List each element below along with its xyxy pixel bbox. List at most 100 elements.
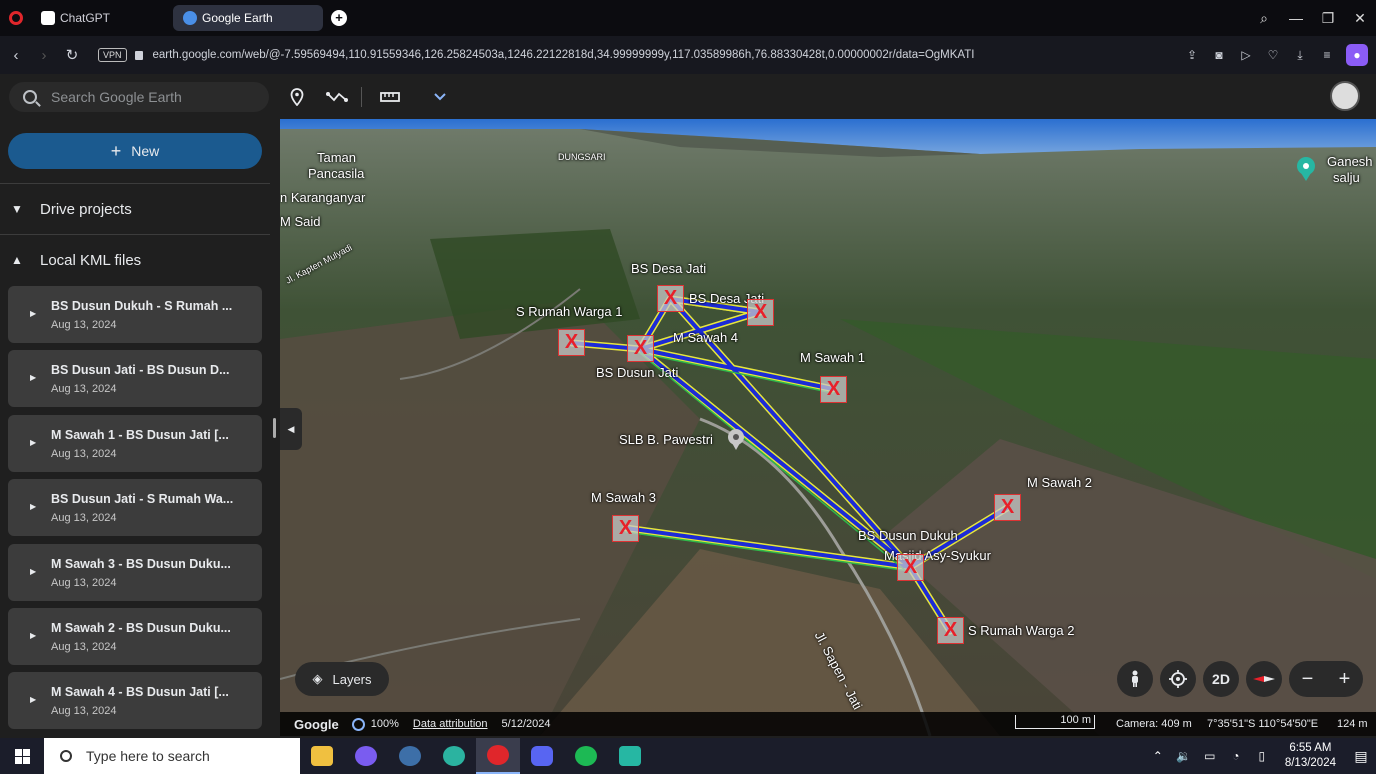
placemark-x-icon[interactable]: X — [627, 335, 654, 362]
expand-arrow-icon[interactable]: ▶ — [30, 373, 36, 382]
kml-file-item[interactable]: ▶ M Sawah 4 - BS Dusun Jati [... Aug 13,… — [8, 672, 262, 729]
expand-arrow-icon[interactable]: ▶ — [30, 567, 36, 576]
vpn-badge[interactable]: VPN — [98, 48, 127, 62]
sidebar-scrollbar[interactable] — [273, 418, 276, 438]
kml-file-item[interactable]: ▶ M Sawah 3 - BS Dusun Duku... Aug 13, 2… — [8, 544, 262, 601]
taskbar-search[interactable]: Type here to search — [44, 738, 300, 774]
expand-arrow-icon[interactable]: ▶ — [30, 309, 36, 318]
copilot-icon[interactable] — [344, 738, 388, 774]
chevron-down-icon[interactable] — [428, 85, 452, 109]
back-button[interactable]: ‹ — [2, 47, 30, 64]
start-button[interactable] — [0, 738, 44, 774]
place-label[interactable]: M Said — [280, 214, 320, 229]
kml-file-item[interactable]: ▶ M Sawah 1 - BS Dusun Jati [... Aug 13,… — [8, 415, 262, 472]
zoom-in-button[interactable]: + — [1339, 668, 1351, 691]
placemark-x-icon[interactable]: X — [994, 494, 1021, 521]
earth-map-view[interactable]: Taman Pancasila DUNGSARI n Karanganyar M… — [280, 119, 1376, 736]
pegman-icon[interactable] — [1117, 661, 1153, 697]
marker-label[interactable]: M Sawah 4 — [673, 330, 738, 345]
placemark-x-icon[interactable]: X — [820, 376, 847, 403]
spotify-icon[interactable] — [564, 738, 608, 774]
expand-arrow-icon[interactable]: ▶ — [30, 631, 36, 640]
place-label[interactable]: SLB B. Pawestri — [619, 432, 713, 447]
layers-button[interactable]: ◈ Layers — [295, 662, 389, 696]
file-explorer-icon[interactable] — [300, 738, 344, 774]
profile-icon[interactable]: ● — [1346, 44, 1368, 66]
opera-icon[interactable] — [476, 738, 520, 774]
battery-icon[interactable]: ▭ — [1197, 749, 1223, 763]
wifi-icon[interactable]: ◔ — [1223, 749, 1249, 763]
lock-icon[interactable] — [134, 50, 143, 60]
opera-logo-icon[interactable] — [9, 11, 23, 25]
marker-label[interactable]: S Rumah Warga 2 — [968, 623, 1074, 638]
expand-arrow-icon[interactable]: ▶ — [30, 695, 36, 704]
edge-icon[interactable] — [432, 738, 476, 774]
game-app-icon[interactable] — [608, 738, 652, 774]
maximize-button[interactable]: ❐ — [1312, 10, 1344, 27]
expand-arrow-icon[interactable]: ▶ — [30, 438, 36, 447]
volume-icon[interactable]: 🔉 — [1171, 749, 1197, 763]
easy-setup-icon[interactable]: ≡ — [1319, 48, 1335, 62]
ruler-icon[interactable] — [378, 85, 402, 109]
search-input[interactable] — [51, 88, 251, 105]
place-label[interactable]: salju — [1333, 170, 1360, 185]
place-label[interactable]: n Karanganyar — [280, 190, 365, 205]
expand-arrow-icon[interactable]: ▶ — [30, 502, 36, 511]
place-label[interactable]: DUNGSARI — [558, 152, 606, 162]
tab-chatgpt[interactable]: ChatGPT — [31, 5, 171, 31]
download-icon[interactable]: ⤓ — [1292, 48, 1308, 63]
account-avatar[interactable] — [1330, 81, 1360, 111]
tab-google-earth[interactable]: Google Earth — [173, 5, 323, 31]
search-box[interactable] — [9, 81, 269, 112]
notification-icon[interactable]: ▤ — [1346, 748, 1376, 765]
discord-icon[interactable] — [520, 738, 564, 774]
toggle-2d-button[interactable]: 2D — [1203, 661, 1239, 697]
marker-label[interactable]: BS Dusun Dukuh — [858, 528, 958, 543]
compass-icon[interactable] — [1246, 661, 1282, 697]
clock[interactable]: 6:55 AM 8/13/2024 — [1285, 741, 1336, 771]
placemark-x-icon[interactable]: X — [558, 329, 585, 356]
marker-label[interactable]: S Rumah Warga 1 — [516, 304, 622, 319]
forward-button[interactable]: › — [30, 47, 58, 64]
location-pin-icon[interactable] — [285, 85, 309, 109]
steam-icon[interactable] — [388, 738, 432, 774]
section-drive-projects[interactable]: ▼ Drive projects — [0, 184, 270, 234]
minimize-button[interactable]: — — [1280, 10, 1312, 26]
reload-button[interactable]: ↻ — [58, 46, 86, 64]
marker-label[interactable]: M Sawah 2 — [1027, 475, 1092, 490]
marker-label[interactable]: BS Desa Jati — [631, 261, 706, 276]
place-label[interactable]: Ganesh — [1327, 154, 1373, 169]
marker-label[interactable]: BS Dusun Jati — [596, 365, 678, 380]
path-icon[interactable] — [325, 85, 349, 109]
place-label[interactable]: Pancasila — [308, 166, 364, 181]
heart-icon[interactable]: ♡ — [1265, 48, 1281, 62]
kml-file-item[interactable]: ▶ BS Dusun Jati - S Rumah Wa... Aug 13, … — [8, 479, 262, 536]
zoom-out-button[interactable]: − — [1302, 668, 1314, 691]
placemark-x-icon[interactable]: X — [897, 554, 924, 581]
place-label[interactable]: Taman — [317, 150, 356, 165]
placemark-x-icon[interactable]: X — [612, 515, 639, 542]
marker-label[interactable]: M Sawah 1 — [800, 350, 865, 365]
collapse-sidebar-button[interactable]: ◀ — [280, 408, 302, 450]
placemark-x-icon[interactable]: X — [657, 285, 684, 312]
placemark-x-icon[interactable]: X — [747, 299, 774, 326]
section-local-kml-files[interactable]: ▲ Local KML files — [0, 235, 270, 285]
share-icon[interactable]: ⇪ — [1184, 48, 1200, 62]
my-location-icon[interactable] — [1160, 661, 1196, 697]
kml-file-item[interactable]: ▶ M Sawah 2 - BS Dusun Duku... Aug 13, 2… — [8, 608, 262, 665]
scale-bar[interactable]: 100 m — [1015, 715, 1095, 729]
close-button[interactable]: ✕ — [1344, 10, 1376, 27]
send-icon[interactable]: ▷ — [1238, 48, 1254, 62]
device-icon[interactable]: ▯ — [1249, 749, 1275, 763]
chevron-up-icon[interactable]: ⌃ — [1145, 749, 1171, 763]
new-tab-button[interactable]: + — [331, 10, 347, 26]
search-tabs-icon[interactable]: ⌕ — [1248, 10, 1280, 27]
placemark-x-icon[interactable]: X — [937, 617, 964, 644]
marker-label[interactable]: M Sawah 3 — [591, 490, 656, 505]
data-attribution-link[interactable]: Data attribution — [413, 718, 488, 730]
kml-file-item[interactable]: ▶ BS Dusun Jati - BS Dusun D... Aug 13, … — [8, 350, 262, 407]
url-field[interactable]: earth.google.com/web/@-7.59569494,110.91… — [153, 49, 975, 61]
new-project-button[interactable]: + New — [8, 133, 262, 169]
camera-icon[interactable]: ◙ — [1211, 48, 1227, 62]
kml-file-item[interactable]: ▶ BS Dusun Dukuh - S Rumah ... Aug 13, 2… — [8, 286, 262, 343]
